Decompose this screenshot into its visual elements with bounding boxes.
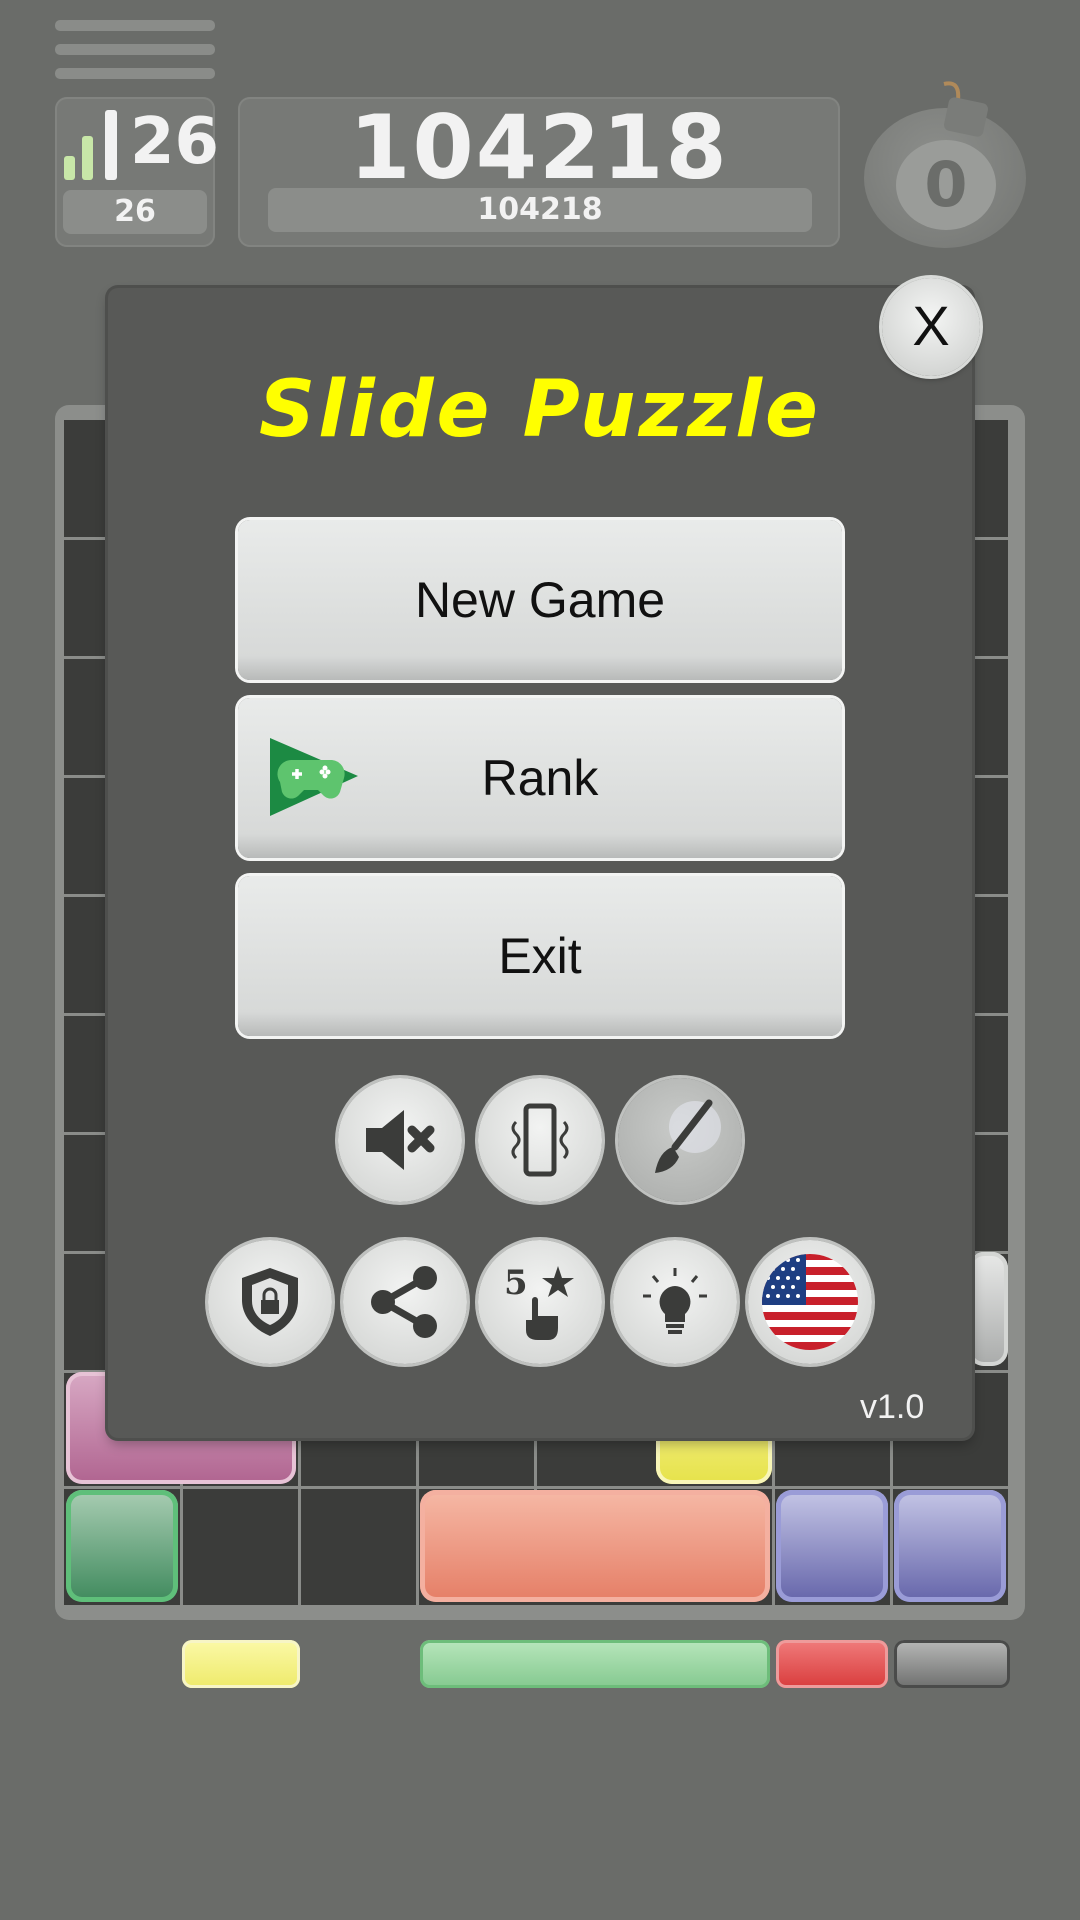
exit-button[interactable]: Exit	[238, 876, 842, 1036]
tile-blue[interactable]	[776, 1490, 888, 1602]
language-us-flag-icon[interactable]	[748, 1240, 872, 1364]
vibration-icon[interactable]	[478, 1078, 602, 1202]
grid-line	[416, 1440, 419, 1605]
theme-brush-icon[interactable]	[618, 1078, 742, 1202]
sound-muted-icon[interactable]	[338, 1078, 462, 1202]
rank-label: Rank	[481, 750, 599, 806]
share-icon[interactable]	[343, 1240, 467, 1364]
tile-salmon[interactable]	[420, 1490, 770, 1602]
tile-green[interactable]	[66, 1490, 178, 1602]
svg-text:5: 5	[504, 1263, 528, 1303]
version-label: v1.0	[860, 1388, 925, 1426]
new-game-button[interactable]: New Game	[238, 520, 842, 680]
play-games-icon	[270, 738, 358, 816]
grid-line	[772, 1440, 775, 1605]
privacy-shield-icon[interactable]	[208, 1240, 332, 1364]
tile-gray[interactable]	[968, 1252, 1008, 1366]
level-value: 26	[130, 105, 220, 179]
hint-lightbulb-icon[interactable]	[613, 1240, 737, 1364]
score-value: 104218	[349, 96, 729, 199]
grid-line	[890, 1440, 893, 1605]
rate-5-stars-icon[interactable]: 5	[478, 1240, 602, 1364]
tile-blue[interactable]	[894, 1490, 1006, 1602]
next-tile-green	[420, 1640, 770, 1688]
next-tile-yellow	[182, 1640, 300, 1688]
score-sub-value: 104218	[268, 188, 812, 232]
next-tile-gray	[894, 1640, 1010, 1688]
grid-line	[534, 1440, 537, 1490]
grid-line	[298, 1440, 301, 1605]
bomb-count: 0	[896, 140, 996, 230]
close-button[interactable]: X	[882, 278, 980, 376]
level-sub-value: 26	[63, 190, 207, 234]
level-bars-icon	[64, 110, 117, 180]
dialog-title: Slide Puzzle	[259, 365, 821, 455]
next-tile-red	[776, 1640, 888, 1688]
